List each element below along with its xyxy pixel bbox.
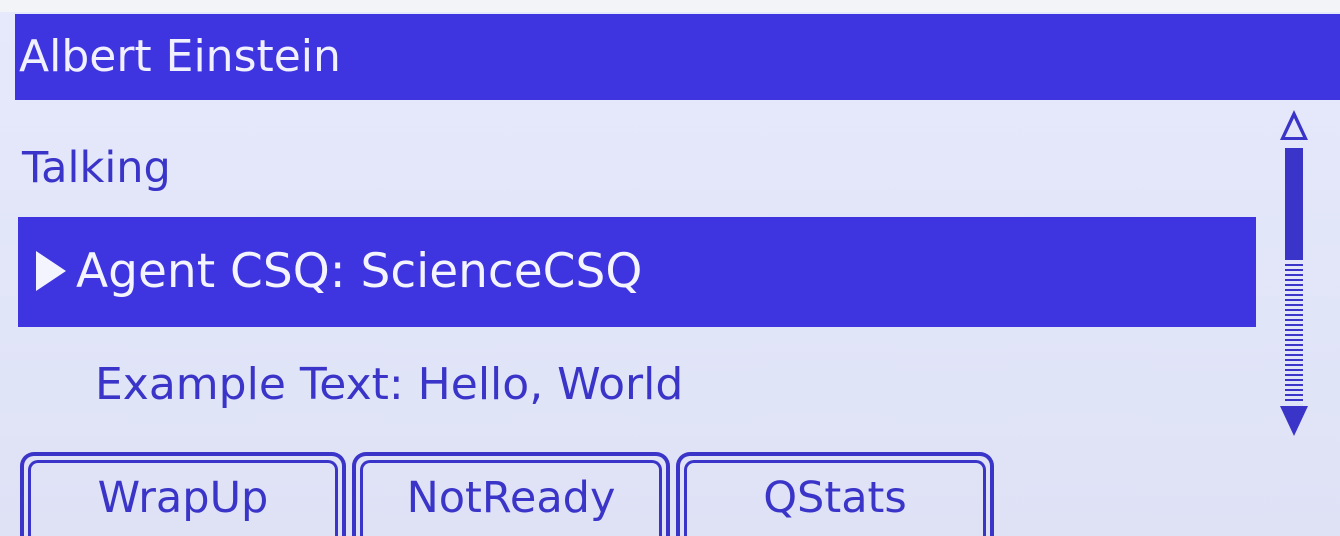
list-item-agent-csq[interactable]: Agent CSQ: ScienceCSQ bbox=[18, 217, 1256, 327]
call-status: Talking bbox=[22, 143, 171, 193]
list-item-label: Agent CSQ: ScienceCSQ bbox=[76, 244, 643, 299]
notready-softkey[interactable]: NotReady bbox=[352, 452, 670, 536]
wrapup-softkey[interactable]: WrapUp bbox=[20, 452, 346, 536]
scroll-up-arrow-icon[interactable] bbox=[1280, 110, 1308, 140]
scroll-down-arrow-icon[interactable] bbox=[1280, 406, 1308, 436]
scroll-track[interactable] bbox=[1285, 264, 1303, 402]
scrollbar[interactable] bbox=[1276, 106, 1312, 440]
list-item-example-text[interactable]: Example Text: Hello, World bbox=[95, 355, 683, 415]
phone-display: Albert Einstein Talking Agent CSQ: Scien… bbox=[0, 0, 1340, 536]
caller-name: Albert Einstein bbox=[19, 31, 341, 82]
softkey-outline bbox=[28, 460, 338, 536]
softkey-outline bbox=[360, 460, 662, 536]
caller-title-bar: Albert Einstein bbox=[15, 14, 1340, 100]
selection-arrow-icon bbox=[36, 251, 66, 291]
scroll-thumb[interactable] bbox=[1285, 148, 1303, 260]
display-border bbox=[0, 0, 1340, 12]
qstats-softkey[interactable]: QStats bbox=[676, 452, 994, 536]
softkey-outline bbox=[684, 460, 986, 536]
